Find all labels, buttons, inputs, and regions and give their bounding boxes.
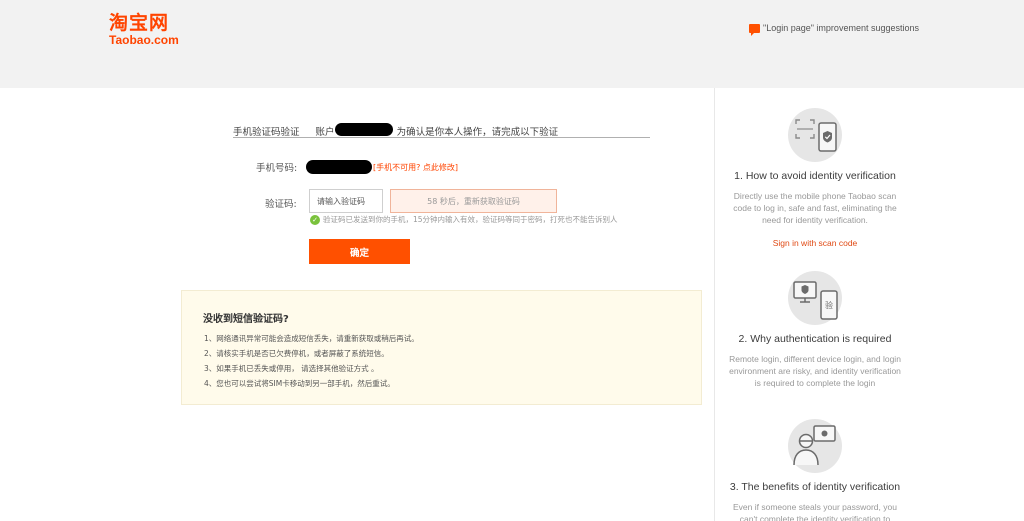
taobao-logo[interactable]: 淘宝网 Taobao.com [109,13,179,46]
logo-english: Taobao.com [109,33,179,47]
scan-phone-icon [788,108,842,162]
verify-method-label: 手机验证码验证 [233,127,300,138]
resend-code-button[interactable]: 58 秒后，重新获取验证码 [390,189,557,213]
section-description: Even if someone steals your password, yo… [733,502,897,521]
verify-title: 手机验证码验证 账户 为确认是你本人操作，请完成以下验证 [233,123,650,138]
top-bar: 淘宝网 Taobao.com "Login page" improvement … [0,0,1024,88]
feedback-link[interactable]: "Login page" improvement suggestions [749,23,919,36]
sidebar-section-why-authentication: 验 2. Why authentication is required Remo… [715,271,915,389]
verify-title-suffix: 为确认是你本人操作，请完成以下验证 [396,127,559,138]
verification-code-input[interactable] [309,189,383,213]
confirm-button[interactable]: 确定 [309,239,410,264]
info-sidebar: 1. How to avoid identity verification Di… [715,88,1024,521]
phone-row: 手机号码: [手机不可用? 点此修改] [256,160,458,174]
help-item: 3、如果手机已丢失或停用， 请选择其他验证方式 。 [204,364,379,373]
code-sent-text: 验证码已发送到你的手机，15分钟内输入有效，验证码等同于密码，打死也不能告诉别人 [323,215,618,224]
help-item: 1、网络通讯异常可能会造成短信丢失，请重新获取或稍后再试。 [204,334,419,343]
scan-code-login-link[interactable]: Sign in with scan code [715,238,915,248]
help-item: 2、请核实手机是否已欠费停机，或者屏蔽了系统短信。 [204,349,389,358]
code-sent-tip: ✓ 验证码已发送到你的手机，15分钟内输入有效，验证码等同于密码，打死也不能告诉… [310,214,618,225]
section-title: 3. The benefits of identity verification [729,481,901,493]
check-circle-icon: ✓ [310,214,320,225]
sms-help-box: 没收到短信验证码? 1、网络通讯异常可能会造成短信丢失，请重新获取或稍后再试。 … [181,290,702,405]
sidebar-section-avoid-verification: 1. How to avoid identity verification Di… [715,108,915,248]
phone-unavailable-link[interactable]: [手机不可用? 点此修改] [373,162,458,173]
help-item: 4、您也可以尝试将SIM卡移动到另一部手机，然后重试。 [204,379,395,388]
section-description: Directly use the mobile phone Taobao sca… [733,191,897,225]
device-verify-icon: 验 [788,271,842,325]
chat-bubble-icon [749,23,760,36]
help-heading: 没收到短信验证码? [203,314,289,325]
feedback-label: "Login page" improvement suggestions [763,23,919,33]
redacted-account [334,123,393,136]
section-title: 1. How to avoid identity verification [734,170,896,182]
account-prefix: 账户 [315,127,335,138]
svg-text:验: 验 [825,300,833,310]
help-list: 1、网络通讯异常可能会造成短信丢失，请重新获取或稍后再试。 2、请核实手机是否已… [204,331,419,391]
phone-label: 手机号码: [256,163,298,174]
sidebar-section-benefits: 3. The benefits of identity verification… [715,419,915,521]
redacted-phone-number [306,160,372,174]
code-label: 验证码: [265,199,297,210]
section-description: Remote login, different device login, an… [729,354,901,388]
user-monitor-icon [788,419,842,473]
section-title: 2. Why authentication is required [738,333,892,345]
logo-chinese: 淘宝网 [109,12,170,34]
